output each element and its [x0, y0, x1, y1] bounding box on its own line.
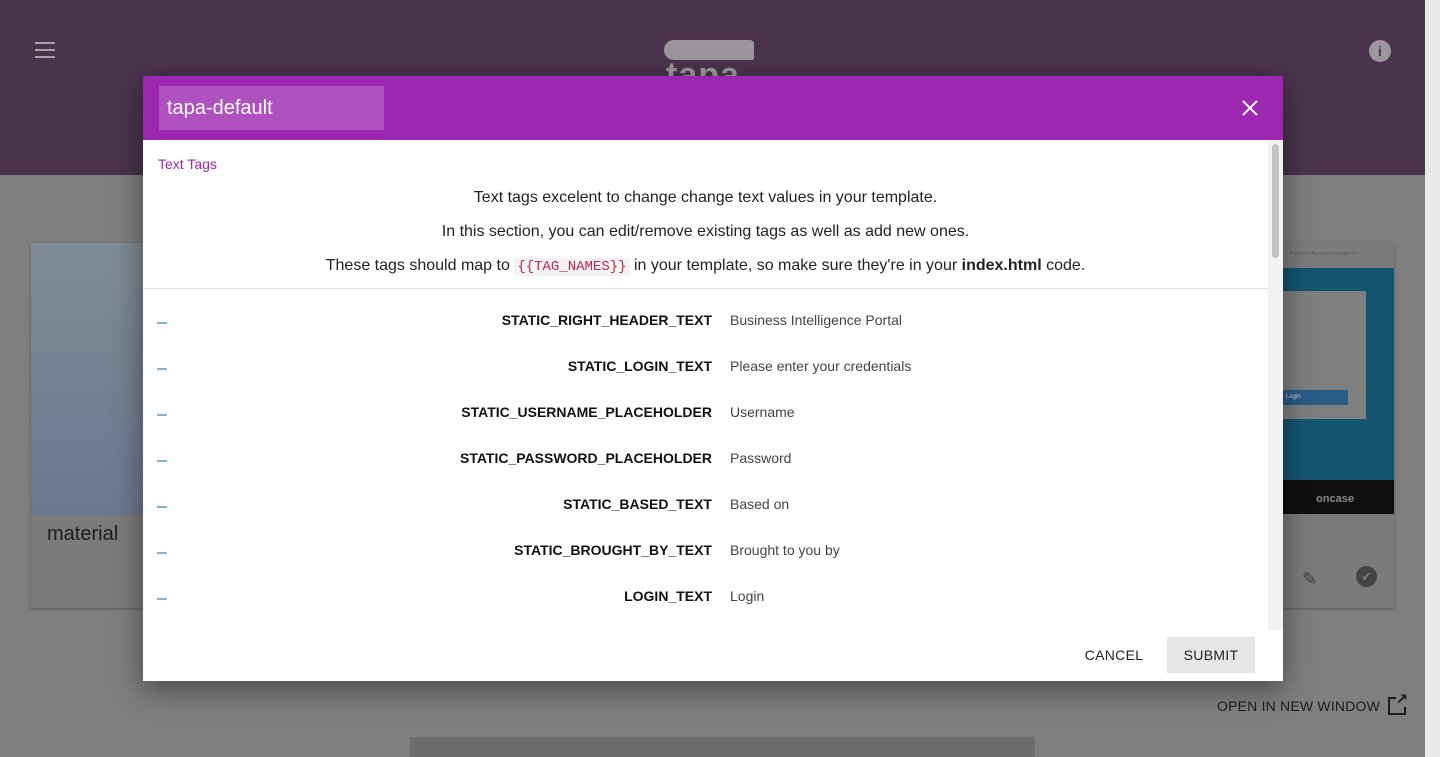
dialog-scrollbar-thumb[interactable]	[1272, 144, 1279, 258]
tag-key: STATIC_RIGHT_HEADER_TEXT	[501, 312, 712, 328]
tag-value[interactable]: Login	[730, 588, 764, 604]
remove-icon[interactable]	[157, 364, 171, 374]
dialog-body[interactable]: Text Tags Text tags excelent to change c…	[143, 140, 1283, 630]
tag-row: STATIC_BROUGHT_BY_TEXT Brought to you by	[143, 538, 1268, 584]
open-new-window-label: OPEN IN NEW WINDOW	[1217, 698, 1381, 714]
logo-text: tapa	[666, 56, 740, 78]
thumb-footer: oncase	[1276, 480, 1394, 514]
template-name-field[interactable]	[159, 86, 384, 130]
close-icon[interactable]	[1237, 96, 1263, 122]
dialog-actions: CANCEL SUBMIT	[143, 630, 1283, 681]
tag-key: STATIC_USERNAME_PLACEHOLDER	[461, 404, 712, 420]
tag-row: STATIC_RIGHT_HEADER_TEXT Business Intell…	[143, 308, 1268, 354]
intro-3-mid: in your template, so make sure they're i…	[629, 257, 962, 274]
cancel-button[interactable]: CANCEL	[1075, 637, 1153, 673]
tag-value[interactable]: Please enter your credentials	[730, 358, 911, 374]
edit-icon[interactable]: ✎	[1302, 569, 1317, 590]
tag-row: STATIC_LOGIN_TEXT Please enter your cred…	[143, 354, 1268, 400]
remove-icon[interactable]	[157, 548, 171, 558]
remove-icon[interactable]	[157, 594, 171, 604]
app-logo: tapa	[664, 40, 754, 78]
tag-value[interactable]: Brought to you by	[730, 542, 840, 558]
tag-row: STATIC_BASED_TEXT Based on	[143, 492, 1268, 538]
dialog-header	[143, 76, 1283, 140]
thumb-login-button: Login	[1282, 390, 1348, 405]
template-card-selected[interactable]: Portal de Business Intelligence Login on…	[1276, 243, 1394, 608]
tag-value[interactable]: Password	[730, 450, 791, 466]
tag-names-code: {{TAG_NAMES}}	[514, 258, 630, 276]
intro-3-suffix: code.	[1041, 257, 1086, 274]
template-editor-dialog: Text Tags Text tags excelent to change c…	[143, 76, 1283, 681]
intro-3-prefix: These tags should map to	[325, 257, 515, 274]
bottom-panel	[410, 737, 1035, 757]
menu-icon[interactable]	[35, 42, 55, 58]
remove-icon[interactable]	[157, 456, 171, 466]
tag-value[interactable]: Business Intelligence Portal	[730, 312, 902, 328]
intro-text-3: These tags should map to {{TAG_NAMES}} i…	[143, 257, 1268, 276]
template-thumbnail: Portal de Business Intelligence Login on…	[1276, 243, 1394, 514]
tag-value[interactable]: Username	[730, 404, 795, 420]
tag-key: STATIC_PASSWORD_PLACEHOLDER	[459, 450, 712, 466]
info-icon[interactable]: i	[1369, 40, 1391, 62]
remove-icon[interactable]	[157, 410, 171, 420]
tag-key: STATIC_LOGIN_TEXT	[567, 358, 712, 374]
tag-row: STATIC_USERNAME_PLACEHOLDER Username	[143, 400, 1268, 446]
remove-icon[interactable]	[157, 502, 171, 512]
divider	[143, 288, 1268, 289]
submit-button[interactable]: SUBMIT	[1167, 637, 1255, 673]
tag-key: STATIC_BASED_TEXT	[563, 496, 712, 512]
remove-icon[interactable]	[157, 318, 171, 328]
open-in-new-window-link[interactable]: OPEN IN NEW WINDOW	[1217, 690, 1409, 715]
page-scrollbar[interactable]	[1425, 0, 1440, 757]
section-title: Text Tags	[158, 156, 217, 172]
thumb-header-text: Portal de Business Intelligence	[1290, 251, 1359, 257]
tag-value[interactable]: Based on	[730, 496, 789, 512]
tag-row: STATIC_PASSWORD_PLACEHOLDER Password	[143, 446, 1268, 492]
template-card-title: material	[47, 523, 119, 545]
external-link-icon	[1388, 690, 1409, 715]
tag-key: STATIC_BROUGHT_BY_TEXT	[514, 542, 712, 558]
intro-text-1: Text tags excelent to change change text…	[473, 189, 938, 206]
check-circle-icon[interactable]: ✔	[1356, 566, 1377, 587]
tag-key: LOGIN_TEXT	[624, 588, 712, 604]
intro-text-2: In this section, you can edit/remove exi…	[441, 223, 970, 240]
index-html-filename: index.html	[961, 257, 1042, 274]
tag-row: LOGIN_TEXT Login	[143, 584, 1268, 630]
